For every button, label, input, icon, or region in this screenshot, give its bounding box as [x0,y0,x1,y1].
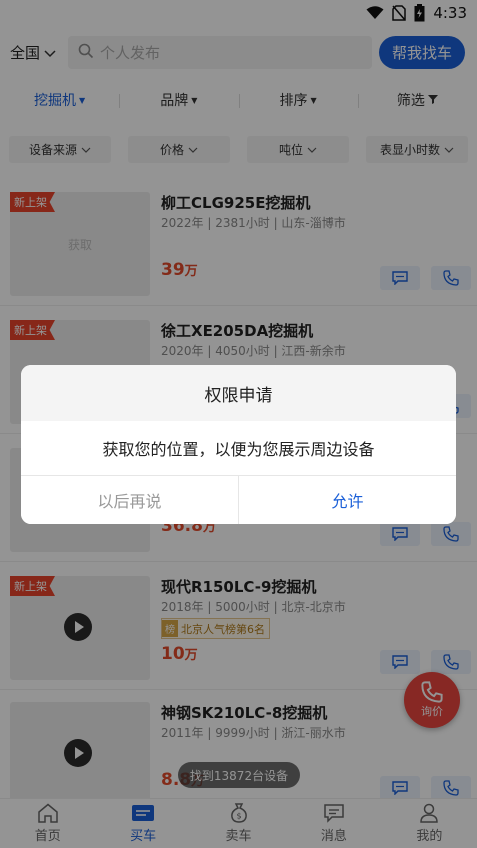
dialog-title: 权限申请 [21,365,456,421]
later-button[interactable]: 以后再说 [21,476,239,524]
allow-button[interactable]: 允许 [239,476,456,524]
dialog-message: 获取您的位置，以便为您展示周边设备 [21,421,456,476]
permission-dialog: 权限申请 获取您的位置，以便为您展示周边设备 以后再说 允许 [21,365,456,524]
dialog-buttons: 以后再说 允许 [21,476,456,524]
